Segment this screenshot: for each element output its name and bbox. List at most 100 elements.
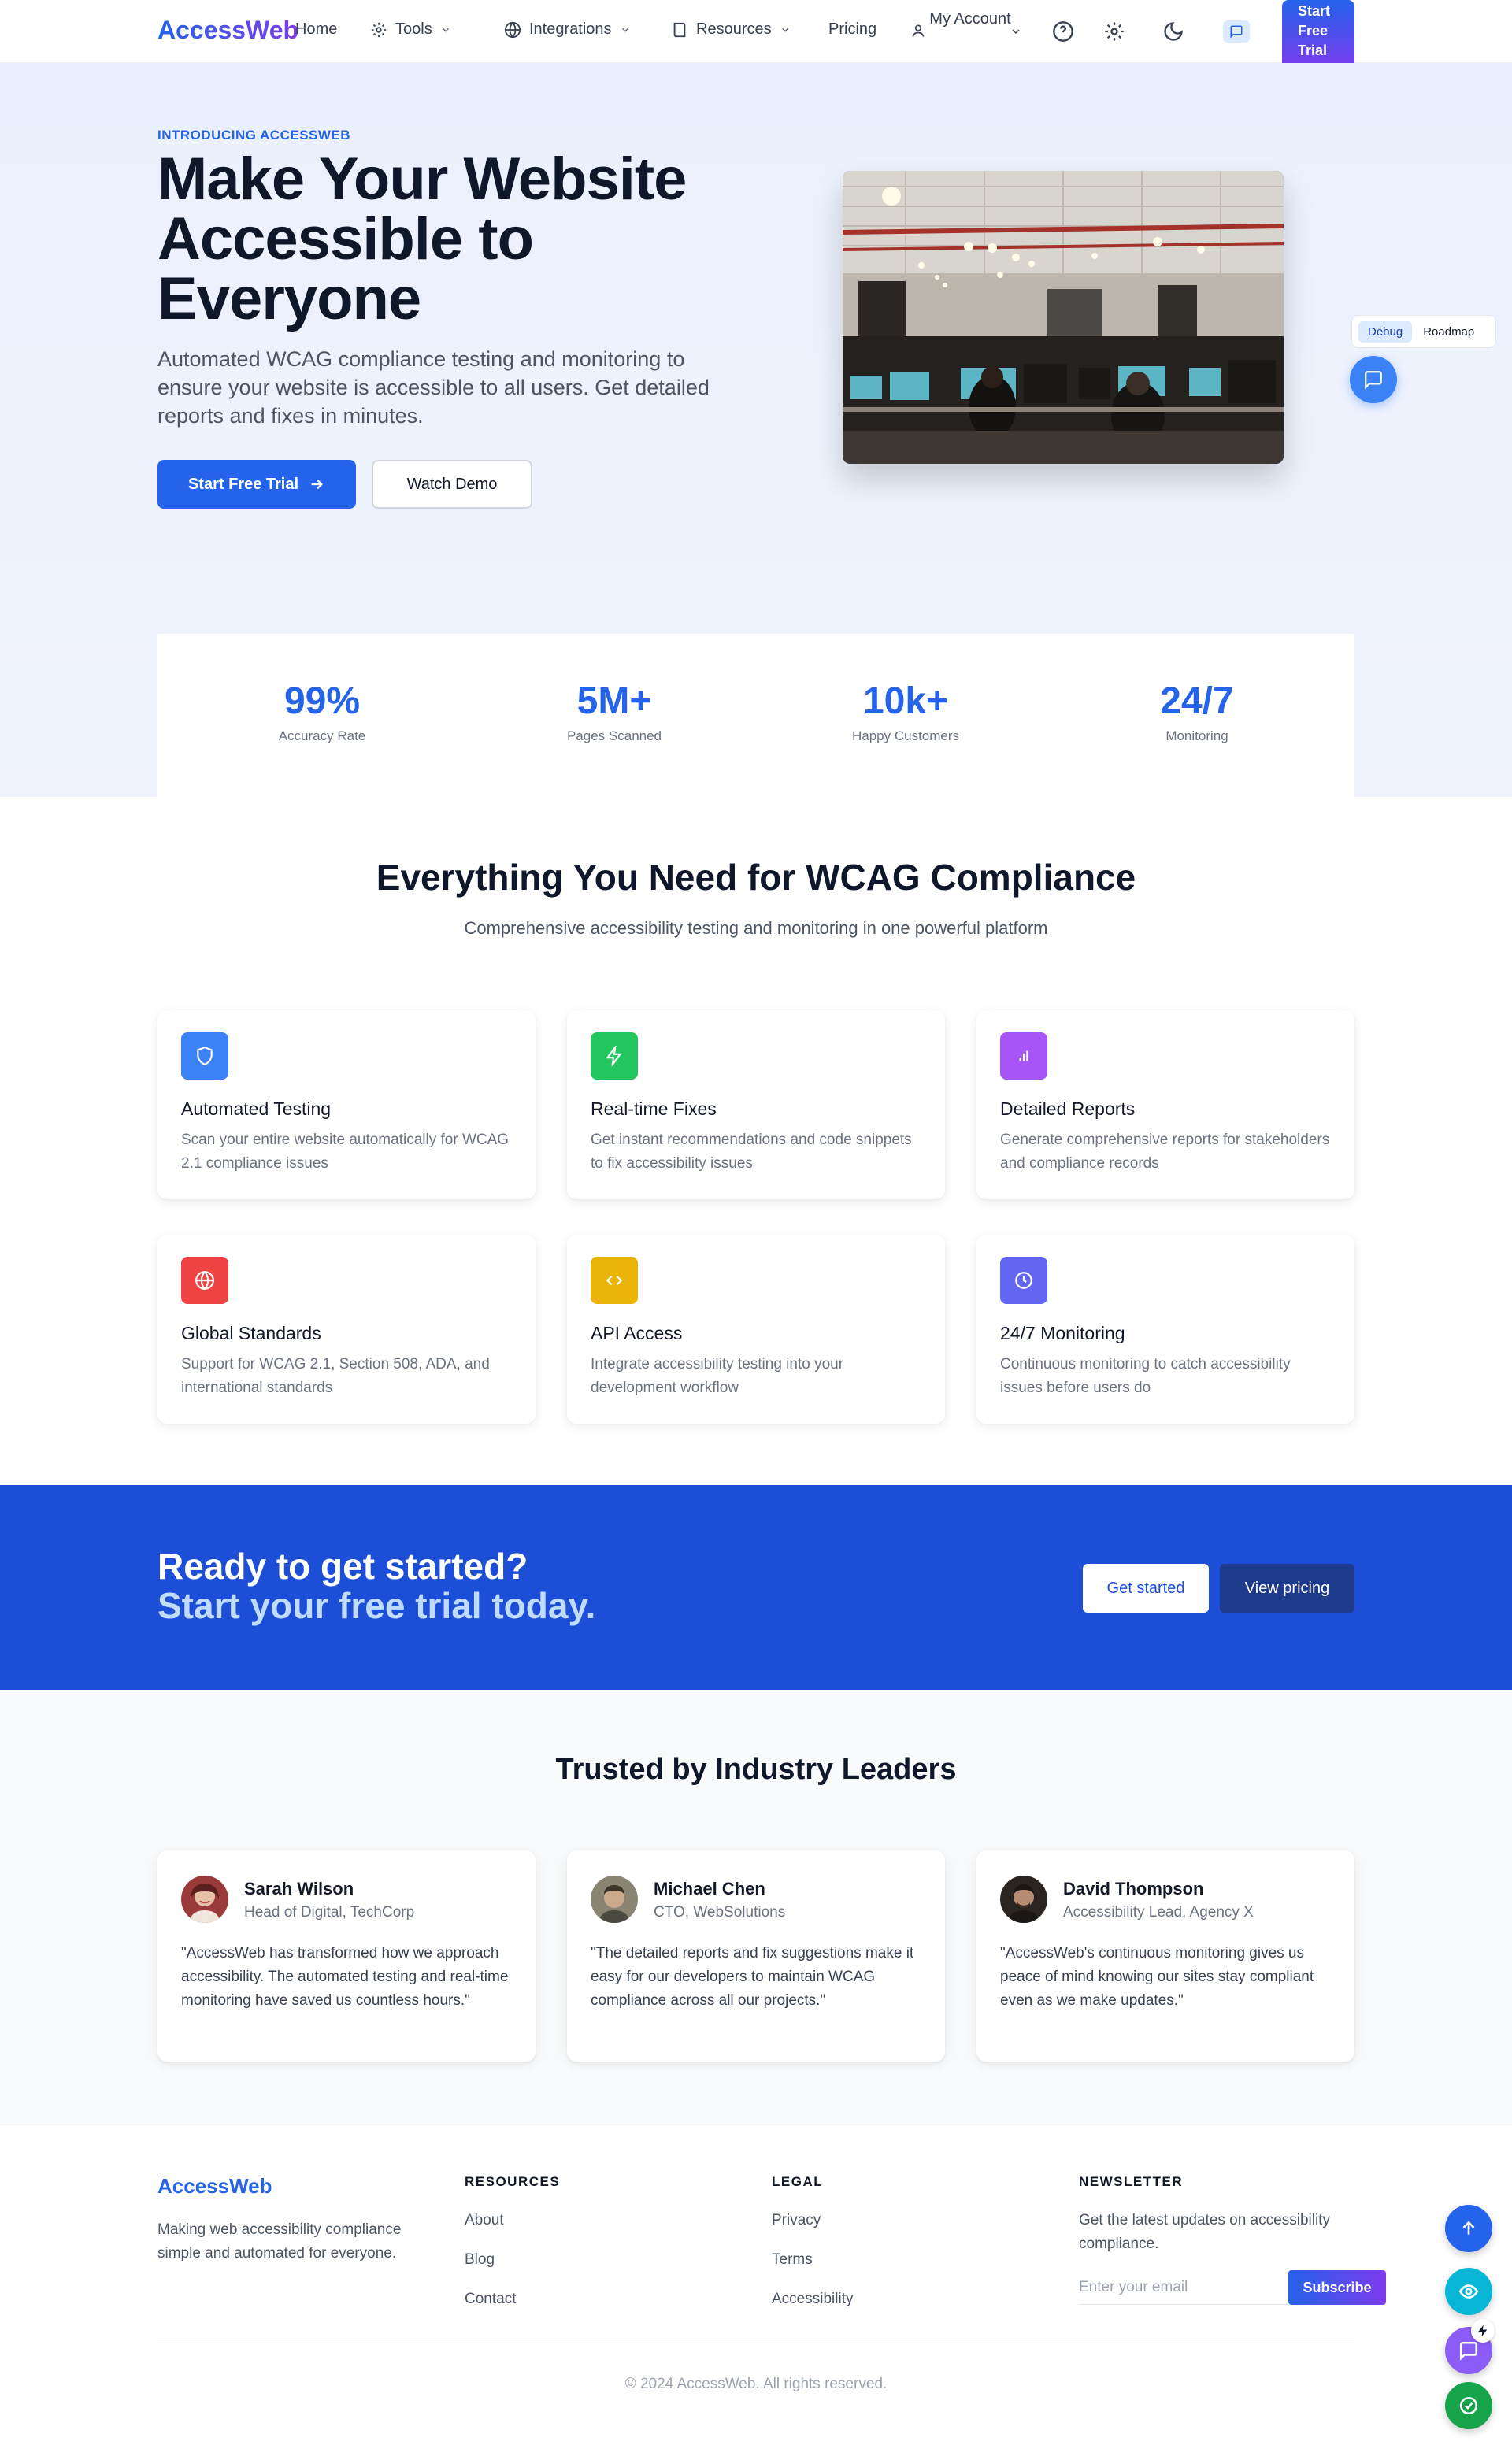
nav-start-trial-button[interactable]: Start Free Trial	[1282, 0, 1354, 69]
footer-link-accessibility[interactable]: Accessibility	[772, 2291, 853, 2308]
chevron-down-icon	[781, 28, 788, 32]
feature-title: API Access	[591, 1323, 683, 1343]
testimonial-card: Michael Chen CTO, WebSolutions "The deta…	[567, 1850, 945, 2062]
newsletter-email-input[interactable]	[1079, 2270, 1288, 2305]
nav-resources-label: Resources	[696, 20, 772, 38]
testimonial-card: Sarah Wilson Head of Digital, TechCorp "…	[158, 1850, 536, 2062]
stat-label: Happy Customers	[851, 728, 960, 743]
chevron-down-icon	[621, 28, 628, 32]
cta-headline: Ready to get started?	[158, 1546, 528, 1587]
feature-desc: Generate comprehensive reports for stake…	[1000, 1132, 1330, 1172]
feature-title: Detailed Reports	[1000, 1098, 1136, 1119]
footer-link-blog[interactable]: Blog	[465, 2251, 495, 2269]
footer-link-contact[interactable]: Contact	[465, 2291, 516, 2308]
tab-roadmap[interactable]: Roadmap	[1417, 321, 1480, 343]
subscribe-button[interactable]: Subscribe	[1288, 2270, 1386, 2305]
book-icon	[673, 22, 686, 37]
get-started-button[interactable]: Get started	[1083, 1564, 1209, 1613]
feature-card: Automated Testing Scan your entire websi…	[158, 1010, 536, 1199]
feature-desc: Continuous monitoring to catch accessibi…	[1000, 1356, 1291, 1396]
hero-section: INTRODUCING ACCESSWEB Make Your Website …	[0, 63, 1512, 797]
nav-resources[interactable]: Resources	[671, 20, 791, 39]
brand-logo[interactable]: AccessWeb	[158, 16, 298, 45]
footer-newsletter-heading: NEWSLETTER	[1079, 2174, 1184, 2189]
bolt-icon	[591, 1032, 638, 1080]
footer-link-terms[interactable]: Terms	[772, 2251, 813, 2269]
office-photo	[843, 171, 1284, 464]
nav-tools-label: Tools	[395, 20, 432, 38]
feature-desc: Get instant recommendations and code sni…	[591, 1132, 912, 1172]
shield-icon	[181, 1032, 228, 1080]
check-circle-icon	[1459, 2396, 1478, 2415]
stat-label: Pages Scanned	[566, 728, 662, 743]
chat-icon[interactable]	[1223, 20, 1250, 43]
gear-icon	[371, 22, 387, 37]
feature-desc: Integrate accessibility testing into you…	[591, 1356, 844, 1396]
testimonial-name: David Thompson	[1063, 1879, 1204, 1899]
nav-tools[interactable]: Tools	[370, 20, 451, 39]
testimonial-card: David Thompson Accessibility Lead, Agenc…	[976, 1850, 1354, 2062]
footer-resources-heading: RESOURCES	[465, 2174, 561, 2189]
code-icon	[591, 1257, 638, 1304]
features-subtitle: Comprehensive accessibility testing and …	[464, 918, 1048, 938]
nav-my-account[interactable]: My Account	[915, 8, 1025, 30]
hero-subtitle: Automated WCAG compliance testing and mo…	[158, 347, 710, 428]
testimonial-role: CTO, WebSolutions	[654, 1904, 786, 1921]
features-title: Everything You Need for WCAG Compliance	[376, 857, 1136, 898]
feature-card: Real-time Fixes Get instant recommendati…	[567, 1010, 945, 1199]
bolt-icon[interactable]	[1471, 2319, 1495, 2343]
view-pricing-button[interactable]: View pricing	[1220, 1564, 1354, 1613]
testimonial-quote: "AccessWeb has transformed how we approa…	[181, 1945, 509, 2009]
footer-link-about[interactable]: About	[465, 2212, 504, 2229]
footer-description: Making web accessibility compliance simp…	[158, 2221, 402, 2262]
stat-customers: 10k+ Happy Customers	[772, 680, 1040, 744]
testimonial-quote: "The detailed reports and fix suggestion…	[591, 1945, 914, 2009]
testimonials-title: Trusted by Industry Leaders	[555, 1753, 957, 1786]
clock-icon	[1000, 1257, 1047, 1304]
feature-card: 24/7 Monitoring Continuous monitoring to…	[976, 1235, 1354, 1424]
footer-link-privacy[interactable]: Privacy	[772, 2212, 821, 2229]
feature-title: 24/7 Monitoring	[1000, 1323, 1125, 1343]
watch-demo-button[interactable]: Watch Demo	[372, 460, 532, 509]
stat-value: 10k+	[862, 680, 949, 722]
feature-title: Automated Testing	[181, 1098, 332, 1119]
accessibility-view-button[interactable]	[1445, 2268, 1492, 2315]
stats-bar: 99% Accuracy Rate 5M+ Pages Scanned 10k+…	[158, 634, 1354, 797]
settings-icon[interactable]	[1103, 20, 1125, 43]
moon-icon[interactable]	[1162, 20, 1184, 43]
stat-label: Monitoring	[1166, 728, 1228, 743]
avatar	[1000, 1876, 1047, 1923]
footer-legal-heading: LEGAL	[772, 2174, 824, 2189]
hero-title: Make Your Website Accessible to Everyone	[158, 146, 687, 332]
stat-value: 5M+	[576, 680, 652, 722]
nav-integrations[interactable]: Integrations	[504, 20, 631, 39]
stat-label: Accuracy Rate	[278, 728, 366, 743]
avatar	[591, 1876, 638, 1923]
help-icon[interactable]	[1052, 20, 1074, 43]
chevron-down-icon	[1010, 25, 1022, 38]
feature-desc: Scan your entire website automatically f…	[181, 1132, 510, 1172]
stat-value: 99%	[284, 680, 361, 722]
feature-card: Global Standards Support for WCAG 2.1, S…	[158, 1235, 536, 1424]
stat-monitoring: 24/7 Monitoring	[1063, 680, 1331, 744]
stat-value: 24/7	[1160, 680, 1234, 722]
eye-icon	[1458, 2284, 1479, 2299]
copyright: © 2024 AccessWeb. All rights reserved.	[624, 2376, 888, 2392]
tab-debug[interactable]: Debug	[1358, 320, 1413, 343]
floating-chat-button[interactable]	[1350, 356, 1397, 403]
footer-brand[interactable]: AccessWeb	[158, 2174, 272, 2199]
feature-title: Global Standards	[181, 1323, 321, 1343]
testimonial-role: Accessibility Lead, Agency X	[1063, 1904, 1254, 1921]
testimonial-role: Head of Digital, TechCorp	[244, 1904, 415, 1921]
nav-home-label: Home	[295, 20, 338, 38]
avatar	[181, 1876, 228, 1923]
feature-card: Detailed Reports Generate comprehensive …	[976, 1010, 1354, 1199]
cta-banner: Ready to get started? Start your free tr…	[0, 1485, 1512, 1690]
nav-pricing[interactable]: Pricing	[828, 20, 876, 39]
status-check-button[interactable]	[1445, 2382, 1492, 2429]
start-trial-button[interactable]: Start Free Trial	[158, 460, 356, 509]
nav-home[interactable]: Home	[295, 20, 337, 39]
chat-icon	[1459, 2341, 1478, 2361]
globe-icon	[181, 1257, 228, 1304]
scroll-top-button[interactable]	[1445, 2205, 1492, 2252]
